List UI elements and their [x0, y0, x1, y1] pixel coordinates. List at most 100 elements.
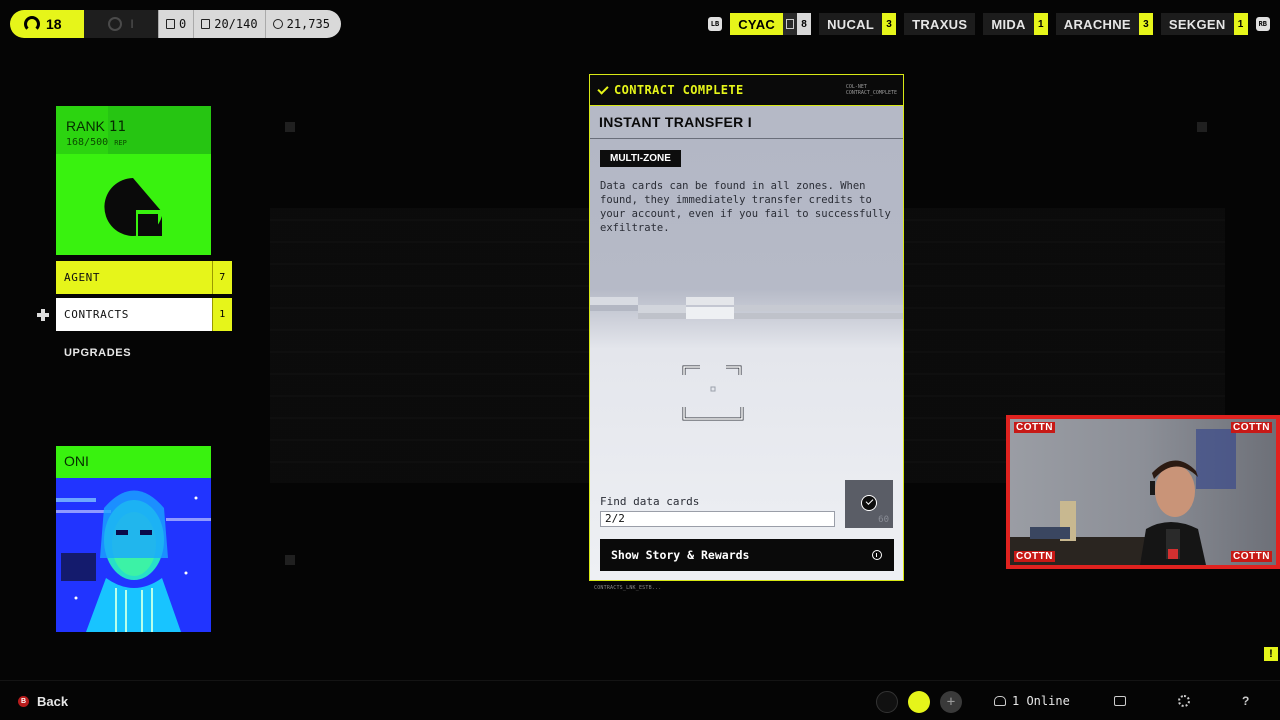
online-count: 1 Online	[1012, 694, 1070, 708]
faction-name: SEKGEN	[1160, 13, 1234, 35]
vault-value: 0	[179, 17, 187, 31]
menu-count: 1	[212, 298, 232, 331]
webcam-tag: COTTN	[1014, 422, 1055, 433]
contract-footer-code: CONTRACTS_LNK_ESTB...	[594, 585, 662, 591]
alert-badge[interactable]: !	[1264, 647, 1278, 661]
credits-icon	[272, 19, 283, 29]
b-button-icon: B	[18, 696, 29, 707]
gear-icon[interactable]	[1178, 695, 1190, 707]
info-icon	[872, 550, 882, 560]
lb-button-hint: LB	[707, 17, 723, 31]
glitch-stripe	[590, 297, 903, 319]
webcam-tag: COTTN	[1014, 551, 1055, 562]
backpack-icon	[201, 19, 211, 29]
prestige-icon	[108, 17, 123, 31]
objective-points: 60	[878, 515, 889, 525]
faction-count: 1	[1033, 13, 1048, 35]
faction-name: CYAC	[730, 13, 784, 35]
prestige-badge: I	[84, 10, 158, 38]
back-button[interactable]: B Back	[18, 694, 68, 709]
faction-count: 3	[882, 13, 897, 35]
menu-contracts[interactable]: CONTRACTS 1	[56, 298, 232, 331]
objective-label: Find data cards	[600, 495, 700, 508]
contract-body: MULTI-ZONE Data cards can be found in al…	[590, 139, 903, 580]
tab-faction-arachne[interactable]: ARACHNE 3	[1055, 13, 1153, 35]
rep-unit: REP	[114, 139, 127, 147]
webcam-tag: COTTN	[1231, 422, 1272, 433]
faction-name: MIDA	[983, 13, 1034, 35]
smiley-face-icon	[682, 365, 744, 421]
faction-count: 1	[1233, 13, 1248, 35]
tab-faction-sekgen[interactable]: SEKGEN 1	[1160, 13, 1248, 35]
objective-progress: 2/2	[600, 511, 835, 527]
player-status-bar: 18 I 0 20/140 21,735	[10, 10, 341, 38]
corner-marker	[285, 555, 295, 565]
runner-card[interactable]: ONI	[56, 446, 211, 632]
contract-status-bar: CONTRACT COMPLETE COL-NET CONTRACT_COMPL…	[590, 75, 903, 106]
credits-value: 21,735	[286, 17, 330, 31]
party-member-avatar[interactable]	[876, 691, 898, 713]
faction-tabs: LB CYAC 8 NUCAL 3 TRAXUS MIDA 1 ARACHNE …	[707, 13, 1270, 35]
faction-count: 3	[1138, 13, 1153, 35]
zone-badge: MULTI-ZONE	[600, 150, 681, 167]
party-member-avatar[interactable]	[908, 691, 930, 713]
contract-status: CONTRACT COMPLETE	[614, 83, 744, 97]
dpad-icon	[37, 309, 49, 321]
rank-label: RANK	[66, 118, 105, 134]
contract-description: Data cards can be found in all zones. Wh…	[600, 180, 891, 234]
vault-stat: 0	[158, 10, 194, 38]
contract-icon	[783, 13, 798, 35]
contract-title: INSTANT TRANSFER I	[590, 106, 903, 139]
back-label: Back	[37, 694, 69, 709]
corner-marker	[1197, 122, 1207, 132]
tab-faction-traxus[interactable]: TRAXUS	[904, 13, 976, 35]
backpack-stat: 20/140	[193, 10, 265, 38]
rank-number: 11	[108, 119, 126, 135]
status-tag-line: CONTRACT_COMPLETE	[845, 90, 897, 96]
menu-label: CONTRACTS	[64, 308, 130, 321]
online-status[interactable]: 1 Online	[994, 694, 1070, 708]
menu-agent[interactable]: AGENT 7	[56, 261, 232, 294]
bottom-bar: B Back + 1 Online ? !	[0, 647, 1280, 720]
add-party-icon[interactable]: +	[940, 691, 962, 713]
status-tag: COL-NET CONTRACT_COMPLETE	[846, 84, 903, 96]
streamer-video	[1010, 429, 1236, 565]
level-badge: 18	[10, 10, 84, 38]
menu-count: 7	[212, 261, 232, 294]
faction-name: NUCAL	[819, 13, 883, 35]
tab-faction-mida[interactable]: MIDA 1	[983, 13, 1048, 35]
runner-portrait	[56, 478, 211, 632]
menu-upgrades[interactable]: UPGRADES	[56, 336, 232, 369]
people-icon	[994, 696, 1006, 706]
level-icon	[24, 16, 40, 32]
faction-rank-card[interactable]: RANK 11 168/500 REP	[56, 106, 211, 255]
help-icon[interactable]: ?	[1242, 695, 1254, 707]
rep-value: 168/500	[66, 137, 109, 148]
credits-stat: 21,735	[264, 10, 341, 38]
rank-header: RANK 11 168/500 REP	[56, 106, 211, 154]
vault-icon	[166, 19, 175, 29]
webcam-overlay: COTTN COTTN COTTN COTTN	[1006, 415, 1280, 569]
menu-label: UPGRADES	[64, 346, 132, 359]
show-story-rewards-button[interactable]: Show Story & Rewards	[600, 539, 894, 571]
menu-label: AGENT	[64, 271, 101, 284]
button-label: Show Story & Rewards	[611, 548, 750, 562]
contract-card: CONTRACT COMPLETE COL-NET CONTRACT_COMPL…	[589, 74, 904, 581]
corner-marker	[285, 122, 295, 132]
cyac-logo-icon	[104, 178, 162, 236]
tab-faction-cyac[interactable]: CYAC 8	[730, 13, 812, 35]
faction-count: 8	[797, 13, 812, 35]
faction-name: ARACHNE	[1055, 13, 1139, 35]
prestige-value: I	[130, 17, 134, 31]
webcam-tag: COTTN	[1231, 551, 1272, 562]
level-value: 18	[46, 16, 62, 32]
mail-icon[interactable]	[1114, 696, 1126, 706]
check-circle-icon	[861, 495, 877, 511]
faction-name: TRAXUS	[904, 13, 976, 35]
rb-button-hint: RB	[1255, 17, 1270, 31]
tab-faction-nucal[interactable]: NUCAL 3	[819, 13, 897, 35]
runner-name: ONI	[56, 446, 211, 478]
checkmark-icon	[597, 82, 609, 95]
objective-complete-badge: 60	[845, 480, 893, 528]
backpack-value: 20/140	[214, 17, 258, 31]
